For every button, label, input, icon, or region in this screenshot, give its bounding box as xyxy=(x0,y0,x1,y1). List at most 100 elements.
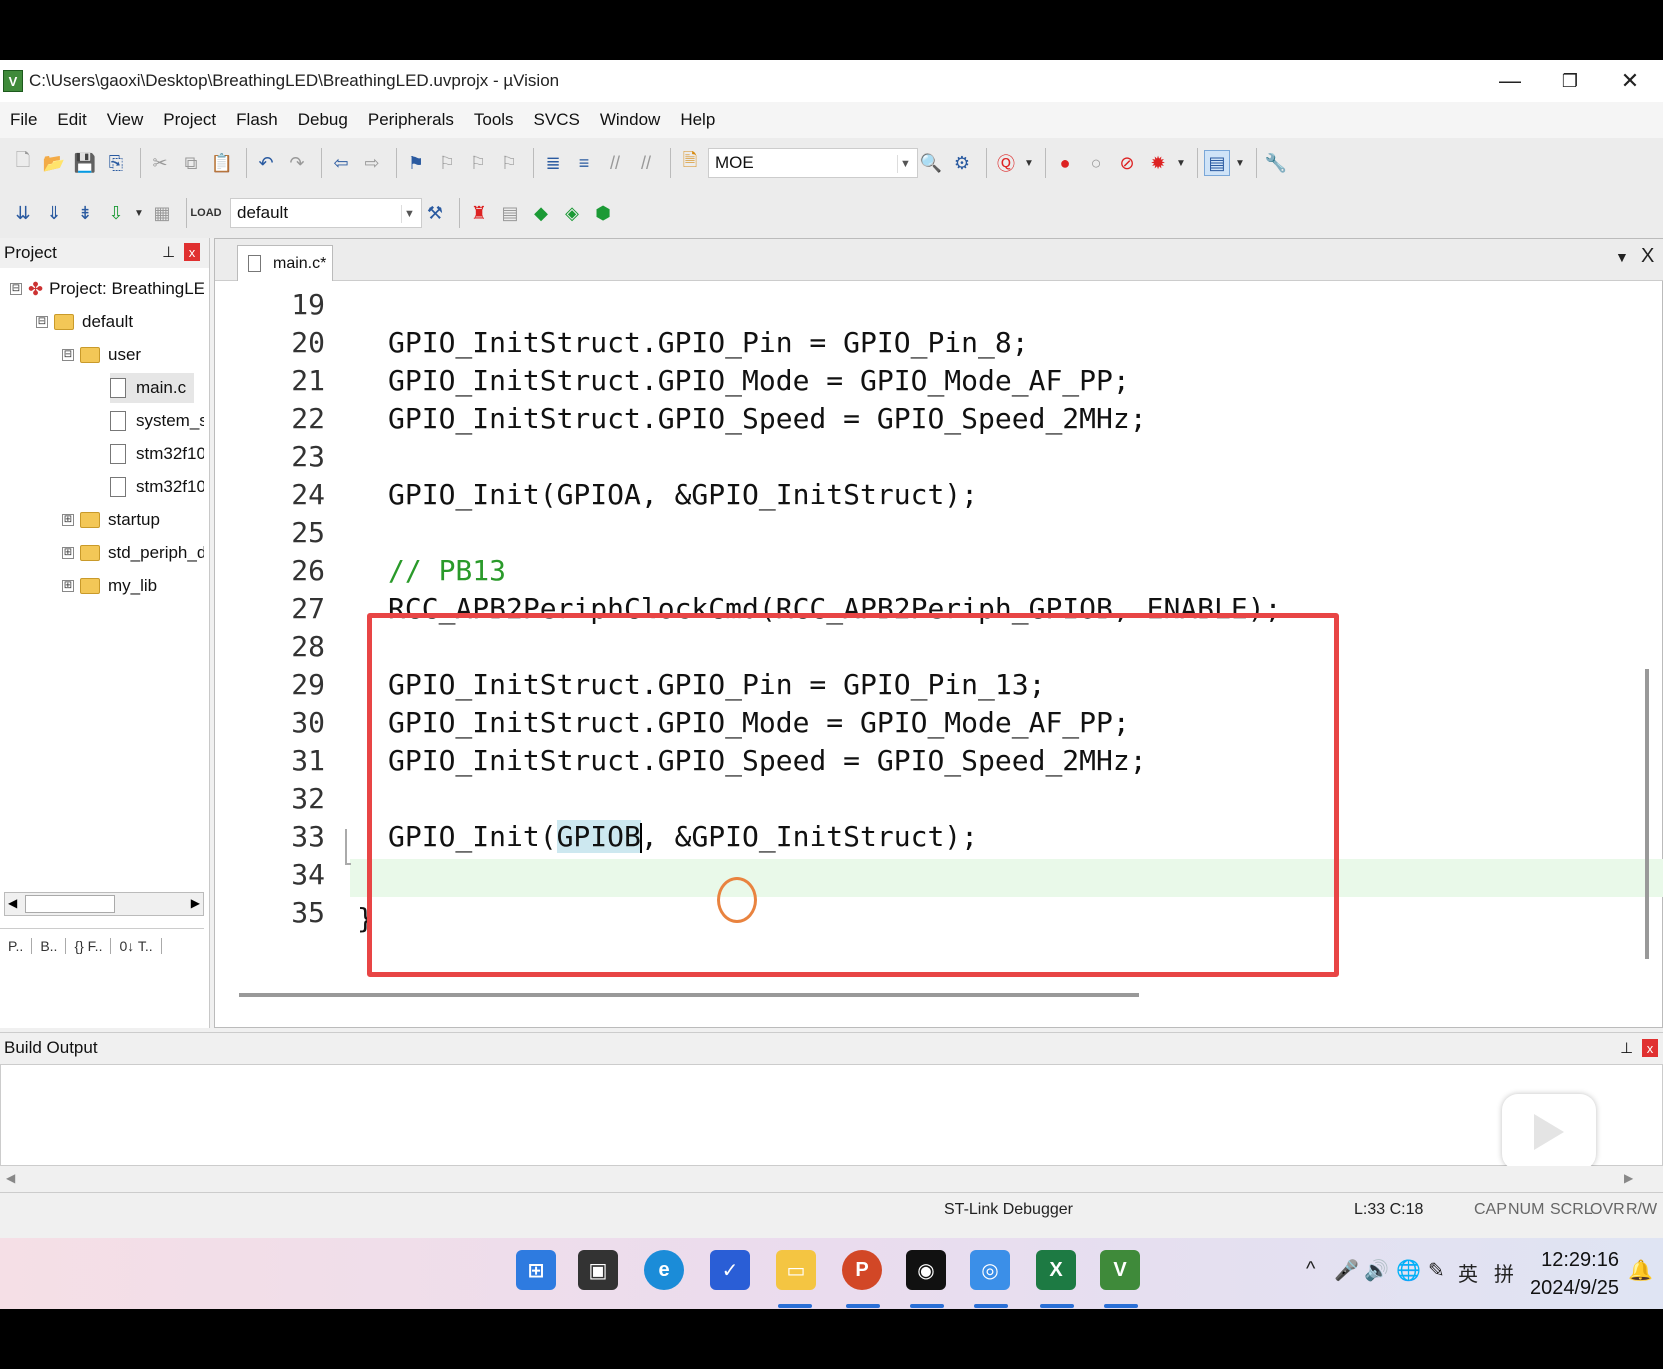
expand-icon[interactable]: ⊞ xyxy=(62,514,74,526)
tree-item-target[interactable]: ⊟ default xyxy=(36,307,133,337)
batch-build-icon[interactable]: ⇩ xyxy=(103,200,129,226)
expand-icon[interactable]: ⊞ xyxy=(62,547,74,559)
chevron-down-icon[interactable]: ▼ xyxy=(134,200,144,226)
disable-all-breakpoints-icon[interactable]: ⊘ xyxy=(1114,150,1140,176)
network-icon[interactable]: 🌐 xyxy=(1396,1258,1421,1283)
minimize-button[interactable]: — xyxy=(1480,60,1540,102)
save-icon[interactable]: 💾 xyxy=(72,150,98,176)
undo-icon[interactable]: ↶ xyxy=(253,150,279,176)
menu-debug[interactable]: Debug xyxy=(298,110,348,130)
code-line[interactable]: GPIO_InitStruct.GPIO_Pin = GPIO_Pin_8; xyxy=(388,323,1029,363)
tree-item-folder[interactable]: ⊞ my_lib xyxy=(62,571,157,601)
close-icon[interactable]: x xyxy=(184,243,200,261)
tray-overflow-icon[interactable]: ^ xyxy=(1306,1258,1315,1281)
run-time-environment-icon[interactable]: ⬢ xyxy=(590,200,616,226)
meeting-app-icon[interactable]: ◎ xyxy=(970,1250,1010,1290)
file-manager-icon[interactable]: ▣ xyxy=(578,1250,618,1290)
copy-icon[interactable]: ⧉ xyxy=(178,150,204,176)
disable-breakpoint-icon[interactable]: ○ xyxy=(1083,150,1109,176)
new-file-icon[interactable]: 🗋 xyxy=(10,150,36,176)
restore-button[interactable]: ❐ xyxy=(1540,60,1600,102)
target-options-icon[interactable]: ⚒ xyxy=(422,200,448,226)
editor-vertical-scrollbar[interactable] xyxy=(1645,669,1649,959)
prev-bookmark-icon[interactable]: ⚐ xyxy=(434,150,460,176)
cut-icon[interactable]: ✂ xyxy=(147,150,173,176)
chevron-down-icon[interactable]: ▼ xyxy=(1024,150,1034,176)
kill-breakpoints-icon[interactable]: ✹ xyxy=(1145,150,1171,176)
screen-recorder-icon[interactable]: ◉ xyxy=(906,1250,946,1290)
build-output-text[interactable] xyxy=(0,1064,1663,1166)
redo-icon[interactable]: ↷ xyxy=(284,150,310,176)
tree-item-file[interactable]: stm32f10x xyxy=(110,472,204,502)
tab-main-c[interactable]: main.c* xyxy=(237,245,333,281)
pen-icon[interactable]: ✎ xyxy=(1428,1258,1445,1283)
collapse-icon[interactable]: ⊟ xyxy=(62,349,74,361)
navigate-forward-icon[interactable]: ⇨ xyxy=(359,150,385,176)
code-comment[interactable]: // PB13 xyxy=(388,551,506,591)
code-line[interactable]: GPIO_Init(GPIOA, &GPIO_InitStruct); xyxy=(388,475,978,515)
expand-icon[interactable]: ⊞ xyxy=(62,580,74,592)
scroll-right-icon[interactable]: ▶ xyxy=(191,896,200,910)
menu-flash[interactable]: Flash xyxy=(236,110,278,130)
find-in-files-icon[interactable]: 🗎 xyxy=(677,150,703,176)
save-all-icon[interactable]: ⎘ xyxy=(103,150,129,176)
debug-session-icon[interactable]: Ⓠ xyxy=(993,150,1019,176)
tab-project[interactable]: P.. xyxy=(8,937,33,954)
uvision-taskbar-icon[interactable]: V xyxy=(1100,1250,1140,1290)
menu-help[interactable]: Help xyxy=(680,110,715,130)
tree-item-file[interactable]: main.c xyxy=(110,373,195,403)
translate-icon[interactable]: ⇊ xyxy=(10,200,36,226)
editor-horizontal-scrollbar[interactable] xyxy=(239,993,1139,997)
menu-svcs[interactable]: SVCS xyxy=(534,110,580,130)
input-language-indicator[interactable]: 英 xyxy=(1458,1258,1478,1287)
find-icon[interactable]: 🔍 xyxy=(918,150,944,176)
project-horizontal-scrollbar[interactable]: ◀ ▶ xyxy=(4,892,204,916)
tree-item-project[interactable]: ⊟ ✤ Project: BreathingLED xyxy=(10,274,204,304)
todo-app-icon[interactable]: ✓ xyxy=(710,1250,750,1290)
tab-functions[interactable]: {} F.. xyxy=(74,937,112,954)
chevron-down-icon[interactable]: ▼ xyxy=(401,205,417,223)
menu-file[interactable]: File xyxy=(10,110,37,130)
multi-project-icon[interactable]: ▤ xyxy=(497,200,523,226)
target-select[interactable]: default ▼ xyxy=(230,198,422,228)
tab-list-dropdown-icon[interactable]: ▼ xyxy=(1615,249,1629,265)
bookmark-icon[interactable]: ⚑ xyxy=(403,150,429,176)
close-window-button[interactable]: ✕ xyxy=(1600,60,1660,102)
microphone-icon[interactable]: 🎤 xyxy=(1334,1258,1359,1283)
pin-icon[interactable]: ⊥ xyxy=(1620,1039,1633,1057)
build-icon[interactable]: ⇓ xyxy=(41,200,67,226)
scroll-left-icon[interactable]: ◀ xyxy=(8,896,17,910)
paste-icon[interactable]: 📋 xyxy=(209,150,235,176)
window-layout-icon[interactable]: ▤ xyxy=(1204,150,1230,176)
tree-item-file[interactable]: stm32f10x xyxy=(110,439,204,469)
manage-project-items-icon[interactable]: ♜ xyxy=(466,200,492,226)
indent-icon[interactable]: ≣ xyxy=(540,150,566,176)
tree-item-folder[interactable]: ⊞ startup xyxy=(62,505,160,535)
menu-peripherals[interactable]: Peripherals xyxy=(368,110,454,130)
uncomment-icon[interactable]: // xyxy=(633,150,659,176)
menu-tools[interactable]: Tools xyxy=(474,110,514,130)
windows-start-icon[interactable]: ⊞ xyxy=(516,1250,556,1290)
code-line[interactable]: GPIO_InitStruct.GPIO_Mode = GPIO_Mode_AF… xyxy=(388,361,1130,401)
open-file-icon[interactable]: 📂 xyxy=(41,150,67,176)
tree-item-folder[interactable]: ⊞ std_periph_dr xyxy=(62,538,204,568)
video-play-icon[interactable] xyxy=(1502,1094,1596,1170)
menu-window[interactable]: Window xyxy=(600,110,660,130)
configure-icon[interactable]: 🔧 xyxy=(1263,150,1289,176)
explorer-folder-icon[interactable]: ▭ xyxy=(776,1250,816,1290)
close-tab-icon[interactable]: X xyxy=(1641,245,1654,268)
comment-icon[interactable]: // xyxy=(602,150,628,176)
find-combo[interactable]: MOE ▼ xyxy=(708,148,918,178)
scroll-right-icon[interactable]: ▶ xyxy=(1624,1171,1633,1185)
scrollbar-thumb[interactable] xyxy=(25,895,115,913)
breakpoint-icon[interactable]: ● xyxy=(1052,150,1078,176)
pack-installer-icon[interactable]: ◆ xyxy=(528,200,554,226)
incremental-find-icon[interactable]: ⚙ xyxy=(949,150,975,176)
input-method-indicator[interactable]: 拼 xyxy=(1494,1258,1514,1287)
menu-edit[interactable]: Edit xyxy=(57,110,86,130)
tree-item-folder[interactable]: ⊟ user xyxy=(62,340,141,370)
chevron-down-icon[interactable]: ▼ xyxy=(1235,150,1245,176)
excel-icon[interactable]: X xyxy=(1036,1250,1076,1290)
tab-templates[interactable]: 0↓ T.. xyxy=(119,937,162,954)
load-download-icon[interactable]: LOAD xyxy=(190,200,221,226)
